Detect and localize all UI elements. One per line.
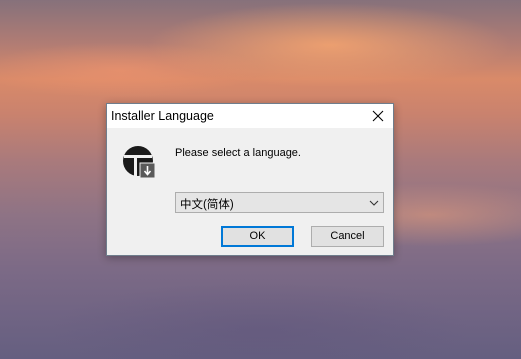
close-icon bbox=[372, 110, 384, 122]
prompt-text: Please select a language. bbox=[175, 147, 301, 159]
title-bar: Installer Language bbox=[107, 104, 393, 128]
cancel-button[interactable]: Cancel bbox=[311, 226, 384, 247]
dialog-title: Installer Language bbox=[111, 109, 214, 123]
installer-language-dialog: Installer Language Please select a langu… bbox=[106, 103, 394, 256]
chevron-down-icon bbox=[369, 200, 379, 206]
language-select-value: 中文(简体) bbox=[180, 199, 234, 211]
close-button[interactable] bbox=[363, 104, 393, 128]
ok-button[interactable]: OK bbox=[221, 226, 294, 247]
language-select[interactable]: 中文(简体) bbox=[175, 192, 384, 213]
installer-app-icon bbox=[123, 146, 156, 179]
